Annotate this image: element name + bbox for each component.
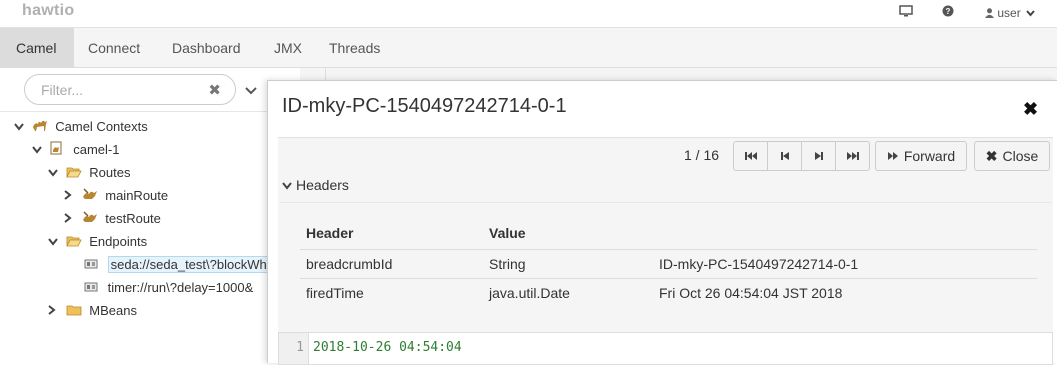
tree-filter: ✖: [24, 74, 236, 105]
help-icon[interactable]: ?: [942, 5, 954, 17]
endpoint-icon: [84, 278, 100, 300]
chevron-right-icon[interactable]: [64, 208, 78, 230]
message-body-text: 2018-10-26 04:54:04: [313, 340, 462, 355]
tree-divider: [0, 111, 300, 112]
main-nav: Camel Connect Dashboard JMX Threads: [0, 28, 1057, 68]
close-button[interactable]: ✖ Close: [974, 141, 1050, 171]
headers-section-label: Headers: [296, 177, 349, 193]
tree-node-camel-1[interactable]: camel-1: [32, 139, 120, 161]
close-button-label: Close: [1002, 148, 1039, 164]
chevron-right-icon[interactable]: [48, 300, 62, 322]
route-icon: [82, 186, 98, 208]
tree-node-label: timer://run\?delay=1000&: [107, 280, 254, 295]
chevron-down-icon: [282, 177, 292, 193]
user-menu-label: user: [997, 6, 1021, 20]
table-cell: breadcrumbId: [300, 248, 483, 278]
chevron-right-icon[interactable]: [64, 185, 78, 207]
close-icon: ✖: [985, 147, 998, 164]
chevron-down-icon[interactable]: [48, 162, 62, 184]
tree-node-label: Routes: [89, 165, 131, 180]
modal-title: ID-mky-PC-1540497242714-0-1: [282, 95, 567, 117]
fast-forward-icon: [846, 152, 859, 160]
tree-node-label: mainRoute: [105, 188, 169, 203]
tree-pane: ✖ Camel Contexts camel-1 Routes mainRout…: [0, 68, 300, 363]
chevron-down-icon: [1026, 6, 1035, 20]
message-body-editor[interactable]: 1 2018-10-26 04:54:04: [278, 332, 1053, 365]
svg-text:?: ?: [946, 7, 951, 16]
tree-node-mainroute[interactable]: mainRoute: [64, 185, 168, 207]
headers-table: Header Value breadcrumbId String ID-mky-…: [300, 217, 1037, 307]
table-row: firedTime java.util.Date Fri Oct 26 04:5…: [300, 277, 1037, 307]
previous-message-button[interactable]: [767, 141, 802, 171]
tree-node-mbeans[interactable]: MBeans: [48, 300, 137, 322]
folder-icon: [66, 301, 82, 323]
monitor-icon[interactable]: [899, 5, 913, 17]
tree-node-routes[interactable]: Routes: [48, 162, 130, 184]
forward-button[interactable]: Forward: [875, 141, 967, 171]
last-message-button[interactable]: [835, 141, 870, 171]
forward-icon: [887, 148, 899, 164]
context-icon: [50, 140, 66, 162]
table-row: breadcrumbId String ID-mky-PC-1540497242…: [300, 248, 1037, 278]
step-backward-icon: [780, 152, 789, 160]
modal-body: 1 / 16 Forward ✖ Close Headers Header Va…: [278, 137, 1053, 365]
folder-open-icon: [65, 232, 82, 254]
forward-button-label: Forward: [903, 148, 956, 164]
close-icon[interactable]: ✖: [1023, 99, 1038, 120]
tab-camel[interactable]: Camel: [0, 28, 74, 68]
brand-logo[interactable]: hawtio: [22, 2, 74, 20]
step-forward-icon: [814, 152, 823, 160]
tab-threads[interactable]: Threads: [313, 28, 396, 68]
line-number: 1: [279, 333, 309, 364]
tree-node-label: Endpoints: [89, 234, 148, 249]
message-modal: ID-mky-PC-1540497242714-0-1 ✖ 1 / 16 For…: [267, 80, 1057, 365]
tree-node-label: Camel Contexts: [55, 119, 148, 134]
filter-input[interactable]: [39, 81, 199, 99]
table-cell: Fri Oct 26 04:54:04 JST 2018: [653, 277, 1037, 307]
clear-filter-icon[interactable]: ✖: [208, 81, 221, 99]
endpoint-icon: [84, 255, 100, 277]
fast-backward-icon: [744, 152, 757, 160]
column-header: [653, 217, 1037, 249]
pager-position: 1 / 16: [684, 147, 720, 163]
pager-buttons: [733, 141, 870, 171]
first-message-button[interactable]: [733, 141, 768, 171]
user-icon: [985, 6, 997, 20]
next-message-button[interactable]: [801, 141, 836, 171]
tree-node-timer-endpoint[interactable]: timer://run\?delay=1000&: [84, 277, 253, 299]
table-header-row: Header Value: [300, 217, 1037, 249]
tree-node-label: camel-1: [73, 142, 120, 157]
chevron-down-icon[interactable]: [48, 231, 62, 253]
tab-connect[interactable]: Connect: [72, 28, 156, 68]
route-icon: [82, 209, 98, 231]
tree-node-endpoints[interactable]: Endpoints: [48, 231, 147, 253]
camel-icon: [32, 117, 48, 139]
chevron-down-icon[interactable]: [245, 82, 257, 98]
table-cell: ID-mky-PC-1540497242714-0-1: [653, 248, 1037, 278]
tree-node-camel-contexts[interactable]: Camel Contexts: [14, 116, 148, 138]
headers-panel: Header Value breadcrumbId String ID-mky-…: [280, 202, 1051, 322]
tree-node-testroute[interactable]: testRoute: [64, 208, 161, 230]
chevron-down-icon[interactable]: [14, 116, 28, 138]
tree-node-label: seda://seda_test\?blockWh: [107, 256, 270, 273]
top-bar: hawtio ? user: [0, 0, 1057, 28]
user-menu[interactable]: user: [985, 6, 1035, 20]
tree-node-seda-endpoint[interactable]: seda://seda_test\?blockWh: [84, 254, 270, 276]
folder-open-icon: [65, 163, 82, 185]
table-cell: String: [483, 248, 653, 278]
chevron-down-icon[interactable]: [32, 139, 46, 161]
column-header: Value: [489, 224, 526, 241]
table-cell: java.util.Date: [483, 277, 653, 307]
table-cell: firedTime: [300, 277, 483, 307]
tree-node-label: MBeans: [89, 303, 137, 318]
headers-section-toggle[interactable]: Headers: [282, 177, 349, 193]
tab-jmx[interactable]: JMX: [258, 28, 318, 68]
column-header: Header: [306, 224, 354, 241]
toolbar-strip: [325, 68, 1057, 80]
tab-dashboard[interactable]: Dashboard: [156, 28, 257, 68]
tree-node-label: testRoute: [105, 211, 161, 226]
